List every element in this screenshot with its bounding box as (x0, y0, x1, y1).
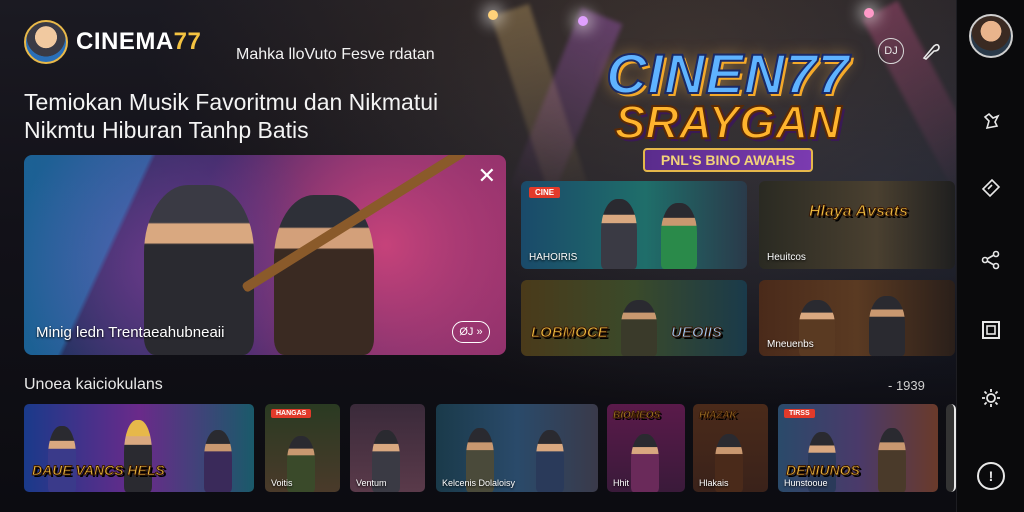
card-character (869, 296, 905, 356)
featured-card[interactable]: LOBMOCE UEOIIS (521, 280, 747, 356)
card-tag: TIRSS (784, 409, 815, 418)
card-character (536, 430, 564, 492)
card-character (631, 434, 659, 492)
card-title-art: LOBMOCE (531, 324, 609, 342)
card-character (661, 203, 697, 269)
card-character (601, 199, 637, 269)
banner-logo: CINEN77 SRAYGAN PNL'S BINO AWAHS (588, 42, 868, 188)
card-label: Voitis (271, 478, 293, 488)
headline-line: Nikmtu Hiburan Tanhp Batis (24, 117, 309, 143)
card-label: Kelcenis Dolaloisy (442, 478, 516, 488)
guitar-pick-icon[interactable] (918, 38, 944, 64)
card-character (124, 420, 152, 492)
banner-logo-ribbon: PNL'S BINO AWAHS (642, 148, 814, 172)
featured-card[interactable]: CINE HAHOIRIS (521, 181, 747, 269)
share-icon[interactable] (979, 248, 1003, 272)
hero-card[interactable]: ✕ Minig ledn Trentaeahubneaii ØJ » (24, 155, 506, 355)
ticket-icon[interactable] (979, 176, 1003, 200)
card-label: Hhit (613, 478, 630, 488)
pin-icon[interactable] (979, 108, 1003, 132)
card-label: Mneuenbs (767, 339, 814, 350)
card-tag: CINE (529, 187, 561, 198)
card-label: Heuitcos (767, 252, 806, 263)
card-title-art: BIOMEOS (612, 410, 661, 422)
thumbnail-card[interactable]: DAUE VANCS HELS (24, 404, 254, 492)
card-label: Hlakais (699, 478, 729, 488)
dj-icon[interactable]: DJ (878, 38, 904, 64)
hero-caption: Minig ledn Trentaeahubneaii (36, 324, 225, 341)
thumbnail-card[interactable]: Kelcenis Dolaloisy (436, 404, 598, 492)
card-title-art: DAUE VANCS HELS (32, 462, 166, 479)
profile-avatar[interactable] (969, 14, 1013, 58)
card-label: Hunstooue (784, 478, 828, 488)
thumbnail-card[interactable]: HIAZAK Hlakais (693, 404, 768, 492)
thumbnail-card[interactable]: HANGAS Voitis (265, 404, 340, 492)
hero-badge[interactable]: ØJ » (452, 321, 490, 343)
featured-card[interactable]: Mneuenbs (759, 280, 955, 356)
spotlight (488, 10, 498, 20)
square-icon[interactable] (979, 318, 1003, 342)
banner-logo-line2: SRAYGAN (614, 96, 843, 148)
right-sidebar: ! (956, 0, 1024, 512)
brand-logo[interactable]: CINEMA77 (24, 20, 201, 64)
brand-name: CINEMA77 (76, 28, 202, 55)
settings-icon[interactable] (979, 386, 1003, 410)
card-title-art: UEOIIS (671, 324, 723, 342)
thumbnail-card-partial[interactable] (946, 404, 956, 492)
help-icon[interactable]: ! (977, 462, 1005, 490)
card-label: Ventum (356, 478, 387, 488)
card-character (204, 430, 232, 492)
close-icon[interactable]: ✕ (478, 163, 496, 189)
card-label: HAHOIRIS (529, 252, 578, 263)
card-tag: HANGAS (271, 409, 312, 418)
thumbnail-card[interactable]: TIRSS DENIUNOS Hunstooue (778, 404, 938, 492)
spotlight (578, 16, 588, 26)
section-count: - 1939 (888, 378, 925, 393)
spotlight (864, 8, 874, 18)
card-title-art: DENIUNOS (786, 462, 861, 479)
tagline: Mahka lloVuto Fesve rdatan (236, 46, 435, 63)
headline-line: Temiokan Musik Favoritmu dan Nikmatui (24, 89, 439, 115)
thumbnail-card[interactable]: BIOMEOS Hhit (607, 404, 685, 492)
page-headline: Temiokan Musik Favoritmu dan Nikmatui Ni… (24, 88, 484, 144)
brand-avatar (24, 20, 68, 64)
featured-card[interactable]: Hlaya Avsats Heuitcos (759, 181, 955, 269)
card-title-art: Hlaya Avsats (808, 203, 909, 221)
card-character (48, 426, 76, 492)
card-title-art: HIAZAK (699, 410, 738, 422)
banner-logo-line1: CINEN77 (605, 42, 850, 105)
card-character (621, 300, 657, 356)
card-character (878, 428, 906, 492)
section-title: Unoea kaiciokulans (24, 376, 163, 393)
thumbnail-card[interactable]: Ventum (350, 404, 425, 492)
